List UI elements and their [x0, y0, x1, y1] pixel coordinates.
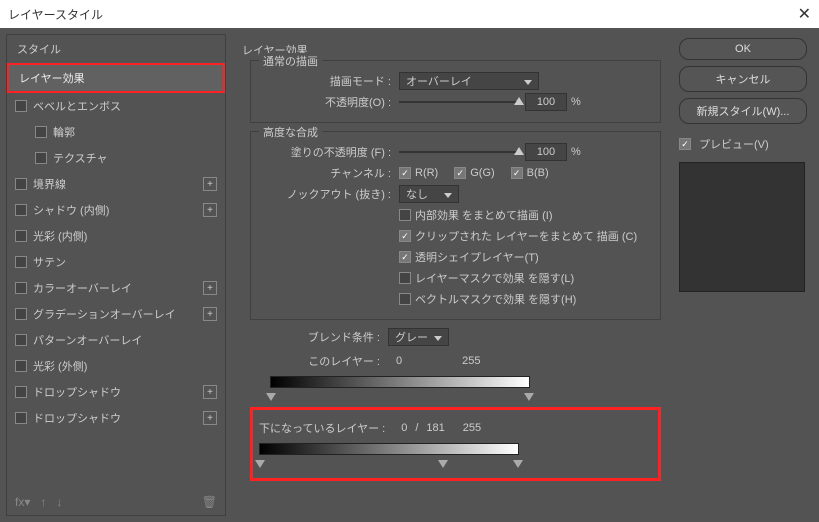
titlebar: レイヤースタイル ✕ [0, 0, 819, 28]
sidebar-item-label: シャドウ (内側) [33, 202, 109, 218]
opacity-label: 不透明度(O) : [261, 94, 391, 110]
sidebar-item-label: カラーオーバーレイ [33, 280, 132, 296]
sidebar-item-6[interactable]: サテン [7, 249, 225, 275]
window-title: レイヤースタイル [8, 6, 103, 23]
knockout-label: ノックアウト (抜き) : [261, 186, 391, 202]
sidebar-item-label: 境界線 [33, 176, 66, 192]
sidebar-item-label: 光彩 (外側) [33, 358, 87, 374]
sidebar-item-label: グラデーションオーバーレイ [33, 306, 176, 322]
normal-blend-title: 通常の描画 [259, 53, 322, 69]
percent-label-2: % [571, 146, 581, 158]
ok-button[interactable]: OK [679, 38, 807, 60]
knockout-select[interactable]: なし [399, 185, 459, 203]
this-layer-gradient[interactable] [270, 376, 530, 388]
sidebar-selected-layer-effects[interactable]: レイヤー効果 [7, 63, 225, 93]
sidebar-checkbox[interactable] [15, 204, 27, 216]
sidebar-checkbox[interactable] [15, 256, 27, 268]
sidebar-item-5[interactable]: 光彩 (内側) [7, 223, 225, 249]
layer-effects-panel: レイヤー効果 通常の描画 描画モード : オーバーレイ 不透明度(O) : % … [226, 34, 673, 516]
plus-icon[interactable]: + [203, 385, 217, 399]
blend-mode-select[interactable]: オーバーレイ [399, 72, 539, 90]
blend-if-select[interactable]: グレー [388, 328, 449, 346]
underlying-layer-gradient[interactable] [259, 443, 519, 455]
sidebar-item-label: 輪郭 [53, 124, 75, 140]
fill-opacity-slider[interactable] [399, 151, 519, 153]
sidebar-item-1[interactable]: 輪郭 [7, 119, 225, 145]
sidebar-item-10[interactable]: 光彩 (外側) [7, 353, 225, 379]
sidebar-item-label: ベベルとエンボス [33, 98, 121, 114]
sidebar-checkbox[interactable] [15, 100, 27, 112]
plus-icon[interactable]: + [203, 411, 217, 425]
channel-g-checkbox[interactable] [454, 167, 466, 179]
sidebar-checkbox[interactable] [15, 386, 27, 398]
fill-opacity-label: 塗りの不透明度 (F) : [261, 144, 391, 160]
sidebar-item-3[interactable]: 境界線 + [7, 171, 225, 197]
new-style-button[interactable]: 新規スタイル(W)... [679, 98, 807, 124]
sidebar-checkbox[interactable] [15, 308, 27, 320]
sidebar-checkbox[interactable] [15, 412, 27, 424]
arrow-up-icon[interactable]: ↑ [40, 495, 46, 509]
adv-check-0[interactable] [399, 209, 411, 221]
sidebar-checkbox[interactable] [15, 230, 27, 242]
sidebar-item-8[interactable]: グラデーションオーバーレイ + [7, 301, 225, 327]
adv-check-1[interactable] [399, 230, 411, 242]
channel-b-checkbox[interactable] [511, 167, 523, 179]
sidebar-item-11[interactable]: ドロップシャドウ + [7, 379, 225, 405]
plus-icon[interactable]: + [203, 307, 217, 321]
sidebar-item-label: ドロップシャドウ [33, 410, 121, 426]
sidebar-item-label: サテン [33, 254, 66, 270]
sidebar-item-12[interactable]: ドロップシャドウ + [7, 405, 225, 431]
fill-opacity-input[interactable] [525, 143, 567, 161]
percent-label: % [571, 96, 581, 108]
adv-check-3[interactable] [399, 272, 411, 284]
trash-icon[interactable]: 🗑 [202, 495, 217, 509]
sidebar-checkbox[interactable] [15, 334, 27, 346]
sidebar-item-0[interactable]: ベベルとエンボス [7, 93, 225, 119]
preview-checkbox[interactable] [679, 138, 691, 150]
close-icon[interactable]: ✕ [798, 4, 811, 24]
sidebar-item-4[interactable]: シャドウ (内側) + [7, 197, 225, 223]
sidebar-footer: fx▾ ↑ ↓ 🗑 [7, 489, 225, 515]
sidebar-item-label: パターンオーバーレイ [33, 332, 142, 348]
sidebar-checkbox[interactable] [15, 360, 27, 372]
underlying-layer-label: 下になっているレイヤー : [259, 420, 385, 436]
blend-if-label: ブレンド条件 : [250, 329, 380, 345]
adv-check-label: ベクトルマスクで効果 を隠す(H) [415, 291, 576, 307]
sidebar-header: スタイル [7, 35, 225, 63]
adv-check-2[interactable] [399, 251, 411, 263]
sidebar-checkbox[interactable] [35, 126, 47, 138]
action-column: OK キャンセル 新規スタイル(W)... プレビュー(V) [673, 34, 813, 516]
opacity-slider[interactable] [399, 101, 519, 103]
adv-check-label: クリップされた レイヤーをまとめて 描画 (C) [415, 228, 637, 244]
sidebar-item-label: ドロップシャドウ [33, 384, 121, 400]
plus-icon[interactable]: + [203, 177, 217, 191]
sidebar-item-2[interactable]: テクスチャ [7, 145, 225, 171]
cancel-button[interactable]: キャンセル [679, 66, 807, 92]
adv-check-label: 内部効果 をまとめて描画 (I) [415, 207, 553, 223]
adv-check-label: レイヤーマスクで効果 を隠す(L) [415, 270, 574, 286]
sidebar-checkbox[interactable] [35, 152, 47, 164]
blend-mode-label: 描画モード : [261, 73, 391, 89]
sidebar-item-7[interactable]: カラーオーバーレイ + [7, 275, 225, 301]
plus-icon[interactable]: + [203, 281, 217, 295]
sidebar-item-label: テクスチャ [53, 150, 108, 166]
plus-icon[interactable]: + [203, 203, 217, 217]
underlying-layer-highlight: 下になっているレイヤー : 0 / 181 255 [250, 407, 661, 481]
sidebar-checkbox[interactable] [15, 178, 27, 190]
channels-label: チャンネル : [261, 165, 391, 181]
styles-sidebar: スタイル レイヤー効果 ベベルとエンボス輪郭テクスチャ境界線+シャドウ (内側)… [6, 34, 226, 516]
sidebar-item-label: 光彩 (内側) [33, 228, 87, 244]
advanced-blend-title: 高度な合成 [259, 124, 322, 140]
adv-check-label: 透明シェイプレイヤー(T) [415, 249, 539, 265]
opacity-input[interactable] [525, 93, 567, 111]
arrow-down-icon[interactable]: ↓ [56, 495, 62, 509]
preview-swatch [679, 162, 805, 292]
adv-check-4[interactable] [399, 293, 411, 305]
this-layer-label: このレイヤー : [250, 353, 380, 369]
channel-r-checkbox[interactable] [399, 167, 411, 179]
sidebar-item-9[interactable]: パターンオーバーレイ [7, 327, 225, 353]
sidebar-checkbox[interactable] [15, 282, 27, 294]
preview-label: プレビュー(V) [699, 136, 769, 152]
fx-icon[interactable]: fx▾ [15, 495, 30, 509]
